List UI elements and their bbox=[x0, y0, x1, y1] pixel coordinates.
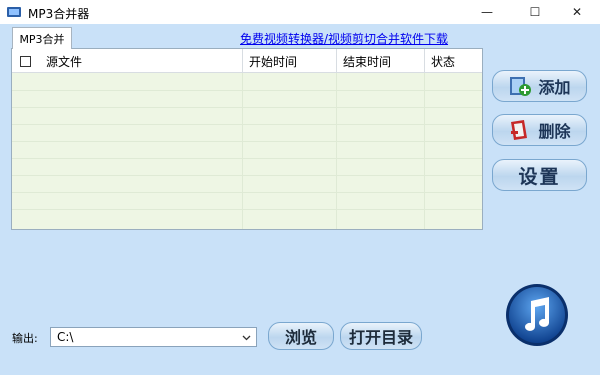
output-path-value: C:\ bbox=[57, 330, 74, 344]
output-path-select[interactable]: C:\ bbox=[50, 327, 257, 347]
open-directory-button[interactable]: 打开目录 bbox=[340, 322, 422, 350]
grid-line bbox=[12, 209, 482, 210]
select-all-cell bbox=[12, 49, 46, 73]
tab-mp3-merge[interactable]: MP3合并 bbox=[12, 27, 72, 49]
grid-line bbox=[12, 158, 482, 159]
file-list-table[interactable]: 源文件 开始时间 结束时间 状态 bbox=[11, 48, 483, 230]
window-title: MP3合并器 bbox=[28, 7, 90, 21]
add-button-label: 添加 bbox=[538, 78, 571, 97]
add-file-icon bbox=[510, 77, 532, 96]
download-link[interactable]: 免费视频转换器/视频剪切合并软件下载 bbox=[240, 30, 448, 47]
maximize-button[interactable]: ☐ bbox=[512, 0, 558, 24]
minimize-button[interactable]: — bbox=[464, 0, 510, 24]
close-button[interactable]: ✕ bbox=[554, 0, 600, 24]
column-header-source[interactable]: 源文件 bbox=[46, 49, 242, 73]
grid-line bbox=[12, 175, 482, 176]
grid-line bbox=[242, 73, 243, 229]
delete-file-icon bbox=[511, 120, 528, 140]
grid-line bbox=[336, 73, 337, 229]
app-icon bbox=[7, 7, 21, 17]
column-header-start-time[interactable]: 开始时间 bbox=[242, 49, 336, 73]
grid-line bbox=[12, 90, 482, 91]
table-body[interactable] bbox=[12, 73, 482, 229]
output-label: 输出: bbox=[12, 332, 38, 345]
grid-line bbox=[12, 124, 482, 125]
grid-line bbox=[12, 141, 482, 142]
select-all-checkbox[interactable] bbox=[20, 55, 31, 67]
table-header: 源文件 开始时间 结束时间 状态 bbox=[12, 49, 482, 73]
grid-line bbox=[424, 73, 425, 229]
music-note-icon bbox=[506, 284, 568, 346]
add-button[interactable]: 添加 bbox=[492, 70, 587, 102]
browse-button[interactable]: 浏览 bbox=[268, 322, 334, 350]
delete-button[interactable]: 删除 bbox=[492, 114, 587, 146]
column-header-end-time[interactable]: 结束时间 bbox=[336, 49, 424, 73]
title-bar: MP3合并器 — ☐ ✕ bbox=[0, 0, 600, 24]
grid-line bbox=[12, 192, 482, 193]
settings-button[interactable]: 设置 bbox=[492, 159, 587, 191]
chevron-down-icon[interactable] bbox=[241, 332, 252, 343]
grid-line bbox=[12, 107, 482, 108]
column-header-status[interactable]: 状态 bbox=[424, 49, 482, 73]
delete-button-label: 删除 bbox=[538, 122, 571, 141]
